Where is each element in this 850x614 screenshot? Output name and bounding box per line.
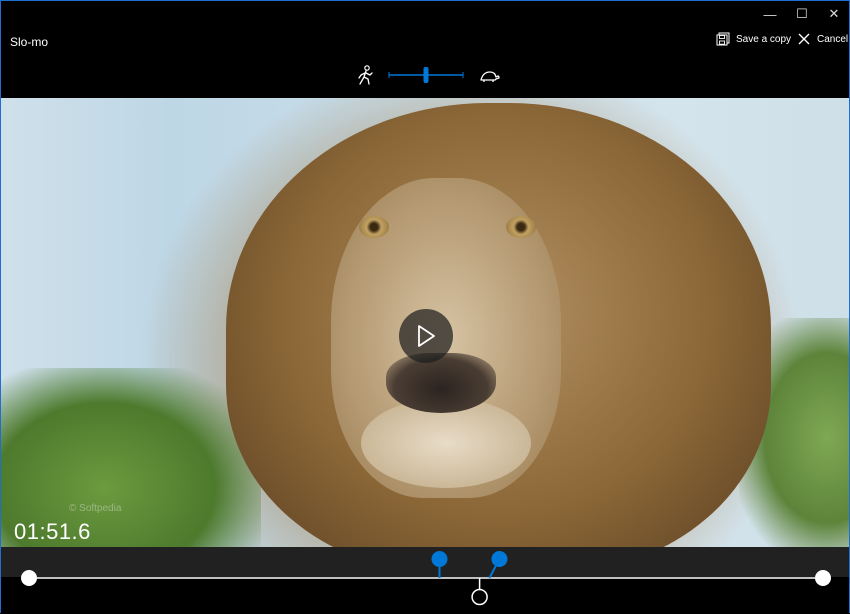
cancel-button[interactable]: Cancel [797, 32, 848, 46]
speed-slider-thumb[interactable] [423, 67, 429, 83]
lion-eye-left [359, 216, 389, 238]
lion-eye-right [506, 216, 536, 238]
play-icon [418, 325, 435, 347]
timecode: 01:51.6 [14, 519, 91, 544]
speed-control [1, 63, 849, 87]
timeline-band [1, 547, 849, 577]
bottom-bar [1, 577, 849, 614]
app-title: Slo-mo [10, 35, 49, 49]
lion-nose [386, 353, 496, 413]
save-copy-icon [716, 32, 730, 46]
close-window-button[interactable]: ✕ [817, 1, 850, 27]
speed-slider[interactable] [388, 67, 464, 83]
turtle-icon [480, 71, 500, 82]
maximize-button[interactable]: ☐ [785, 1, 819, 27]
save-copy-label: Save a copy [736, 33, 792, 45]
title-bar: — ☐ ✕ Slo-mo Save a copy Cancel [1, 1, 849, 98]
play-button[interactable] [399, 309, 453, 363]
cancel-label: Cancel [817, 33, 849, 45]
close-icon [798, 33, 810, 45]
watermark: © Softpedia [69, 503, 122, 514]
save-copy-button[interactable]: Save a copy [716, 32, 791, 46]
video-frame[interactable]: © Softpedia [1, 98, 849, 547]
minimize-button[interactable]: — [753, 1, 787, 27]
walking-person-icon [358, 65, 373, 85]
